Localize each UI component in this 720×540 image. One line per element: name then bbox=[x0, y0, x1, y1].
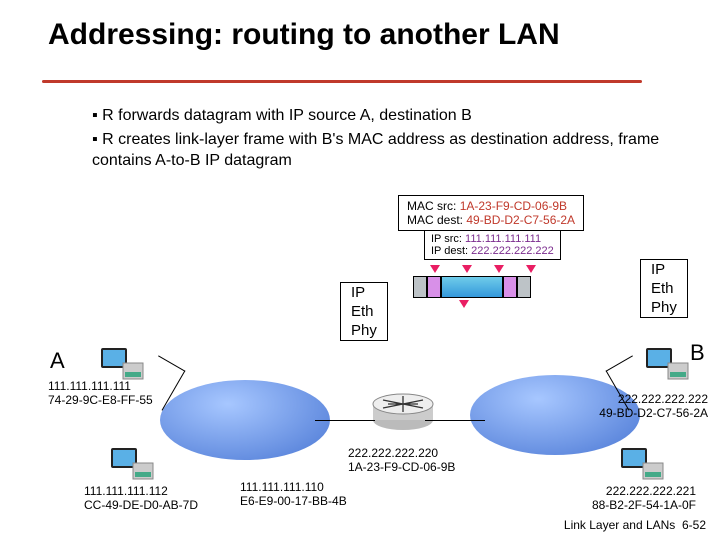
arrow-icon bbox=[459, 300, 469, 308]
packet-diagram bbox=[413, 276, 531, 298]
pc-icon bbox=[105, 445, 155, 483]
ip-addr: 111.111.111.110 bbox=[240, 481, 347, 495]
router-icon bbox=[368, 392, 438, 432]
mac-addr: E6-E9-00-17-BB-4B bbox=[240, 495, 347, 509]
mac-header-box: MAC src: 1A-23-F9-CD-06-9B MAC dest: 49-… bbox=[398, 195, 584, 231]
stack-eth: Eth bbox=[641, 279, 687, 298]
link-line bbox=[315, 420, 375, 421]
slide-title: Addressing: routing to another LAN bbox=[48, 18, 560, 51]
arrow-icon bbox=[494, 265, 504, 273]
stack-ip: IP bbox=[641, 260, 687, 279]
arrows-bottom bbox=[459, 300, 469, 308]
arrow-icon bbox=[462, 265, 472, 273]
ip-addr: 111.111.111.111 bbox=[48, 380, 153, 394]
host-a-addr: 111.111.111.111 74-29-9C-E8-FF-55 bbox=[48, 380, 153, 408]
router-right-addr: 222.222.222.220 1A-23-F9-CD-06-9B bbox=[348, 447, 455, 475]
stack-phy: Phy bbox=[641, 298, 687, 317]
lan-cloud-left bbox=[160, 380, 330, 460]
ip-addr: 222.222.222.220 bbox=[348, 447, 455, 461]
ip-addr: 222.222.222.222 bbox=[588, 393, 708, 407]
stack-eth: Eth bbox=[341, 302, 387, 321]
footer-text: Link Layer and LANs bbox=[564, 518, 675, 532]
mac-addr: CC-49-DE-D0-AB-7D bbox=[84, 499, 198, 513]
arrows-top bbox=[430, 265, 536, 273]
mac-addr: 1A-23-F9-CD-06-9B bbox=[348, 461, 455, 475]
pc-icon bbox=[615, 445, 665, 483]
arrow-icon bbox=[430, 265, 440, 273]
bullet-list: R forwards datagram with IP source A, de… bbox=[52, 106, 712, 174]
stack-ip: IP bbox=[341, 283, 387, 302]
page-number: 6-52 bbox=[682, 518, 706, 532]
host-b2-addr: 222.222.222.221 88-B2-2F-54-1A-0F bbox=[576, 485, 696, 513]
pkt-seg-payload bbox=[441, 276, 503, 298]
mac-addr: 49-BD-D2-C7-56-2A bbox=[588, 407, 708, 421]
mac-src-label: MAC src: bbox=[407, 199, 456, 213]
mac-dst-label: MAC dest: bbox=[407, 213, 463, 227]
ip-addr: 111.111.111.112 bbox=[84, 485, 198, 499]
title-underline bbox=[42, 80, 642, 83]
slide-footer: Link Layer and LANs 6-52 bbox=[564, 518, 706, 532]
host-a2-addr: 111.111.111.112 CC-49-DE-D0-AB-7D bbox=[84, 485, 198, 513]
protocol-stack-router: IP Eth Phy bbox=[340, 282, 388, 341]
bullet-item: R forwards datagram with IP source A, de… bbox=[92, 106, 712, 127]
pkt-seg-ip-hdr bbox=[427, 276, 441, 298]
host-b-label: B bbox=[690, 340, 705, 366]
stack-phy: Phy bbox=[341, 321, 387, 340]
mac-addr: 74-29-9C-E8-FF-55 bbox=[48, 394, 153, 408]
pkt-seg-ip-trl bbox=[503, 276, 517, 298]
mac-src-value: 1A-23-F9-CD-06-9B bbox=[460, 199, 567, 213]
arrow-icon bbox=[526, 265, 536, 273]
pc-icon bbox=[640, 345, 690, 383]
protocol-stack-b: IP Eth Phy bbox=[640, 259, 688, 318]
link-line bbox=[425, 420, 485, 421]
host-b-addr: 222.222.222.222 49-BD-D2-C7-56-2A bbox=[588, 393, 708, 421]
router-left-addr: 111.111.111.110 E6-E9-00-17-BB-4B bbox=[240, 481, 347, 509]
pc-icon bbox=[95, 345, 145, 383]
bullet-item: R creates link-layer frame with B's MAC … bbox=[92, 130, 712, 172]
ip-dst-label: IP dest: bbox=[431, 245, 468, 257]
mac-dst-value: 49-BD-D2-C7-56-2A bbox=[466, 213, 575, 227]
ip-header-box: IP src: 111.111.111.111 IP dest: 222.222… bbox=[424, 230, 561, 260]
ip-addr: 222.222.222.221 bbox=[576, 485, 696, 499]
ip-src-label: IP src: bbox=[431, 233, 462, 245]
mac-addr: 88-B2-2F-54-1A-0F bbox=[576, 499, 696, 513]
pkt-seg-eth-trl bbox=[517, 276, 531, 298]
pkt-seg-eth-hdr bbox=[413, 276, 427, 298]
ip-src-value: 111.111.111.111 bbox=[465, 233, 541, 245]
host-a-label: A bbox=[50, 348, 65, 374]
ip-dst-value: 222.222.222.222 bbox=[471, 245, 554, 257]
